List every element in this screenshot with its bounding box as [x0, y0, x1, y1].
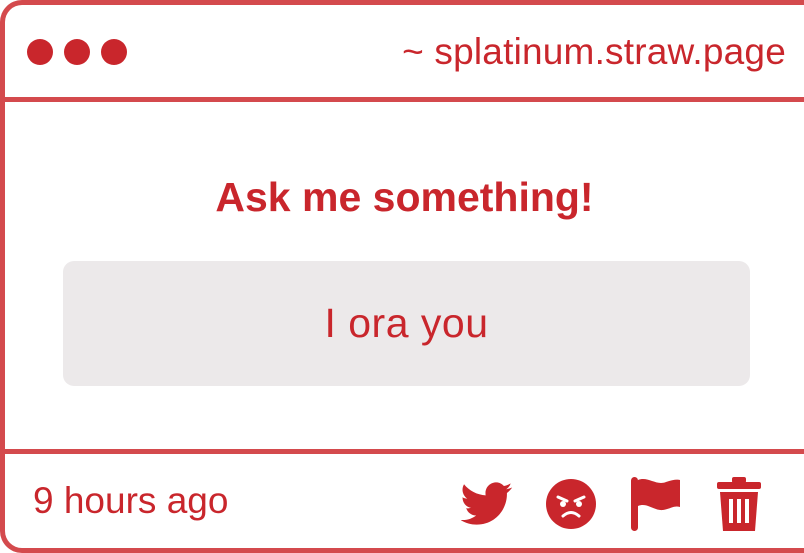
- question-body: Ask me something! I ora you: [5, 102, 804, 449]
- angry-face-icon: [546, 479, 596, 529]
- twitter-bird-icon: [461, 482, 513, 525]
- page-url[interactable]: ~ splatinum.straw.page: [402, 31, 786, 73]
- window-dot-1: [27, 39, 53, 65]
- timestamp: 9 hours ago: [33, 480, 229, 521]
- window-titlebar: ~ splatinum.straw.page: [5, 5, 804, 102]
- action-bar: [460, 476, 766, 532]
- message-text: I ora you: [63, 261, 750, 386]
- react-angry-button[interactable]: [544, 476, 598, 532]
- trash-icon: [717, 477, 761, 531]
- window-controls: [27, 39, 127, 65]
- window-dot-3: [101, 39, 127, 65]
- delete-button[interactable]: [712, 476, 766, 532]
- card-footer: 9 hours ago: [5, 449, 804, 548]
- message-card: ~ splatinum.straw.page Ask me something!…: [0, 0, 804, 553]
- window-dot-2: [64, 39, 90, 65]
- share-twitter-button[interactable]: [460, 476, 514, 532]
- flag-icon: [631, 477, 680, 531]
- question-prompt: Ask me something!: [215, 174, 594, 220]
- report-flag-button[interactable]: [628, 476, 682, 532]
